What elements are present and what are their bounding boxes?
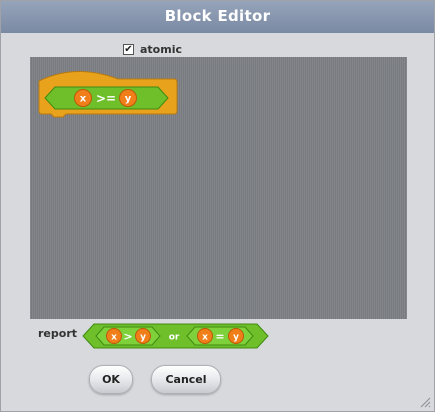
prototype-reporter[interactable]: x >= y [44,86,169,110]
cancel-button[interactable]: Cancel [151,365,221,394]
equals-y-text: y [233,333,239,343]
resize-grip-icon[interactable] [419,396,431,408]
or-text: or [169,333,180,343]
equals-expression[interactable]: x = y [186,326,254,346]
equals-operator: = [215,330,224,343]
greater-x-text: x [111,333,117,343]
atomic-label: atomic [140,42,182,56]
atomic-checkbox[interactable]: ✔ [123,43,134,55]
equals-x-text: x [202,333,208,343]
ok-button[interactable]: OK [89,365,133,394]
report-block[interactable]: report x > y or x = y [38,323,269,349]
report-label: report [38,327,77,340]
block-editor-dialog: Block Editor ✔ atomic x >= y report x > [0,0,435,412]
window-title[interactable]: Block Editor [1,1,434,33]
operator-text: >= [96,92,116,106]
greater-y-text: y [140,333,146,343]
or-expression[interactable]: x > y or x = y [80,322,270,350]
var-x-text: x [80,94,87,105]
greater-operator: > [123,330,132,343]
custom-block-hat[interactable]: x >= y [36,67,181,119]
var-y-text: y [125,94,132,105]
atomic-option[interactable]: ✔ atomic [123,42,182,56]
greater-expression[interactable]: x > y [95,326,161,346]
